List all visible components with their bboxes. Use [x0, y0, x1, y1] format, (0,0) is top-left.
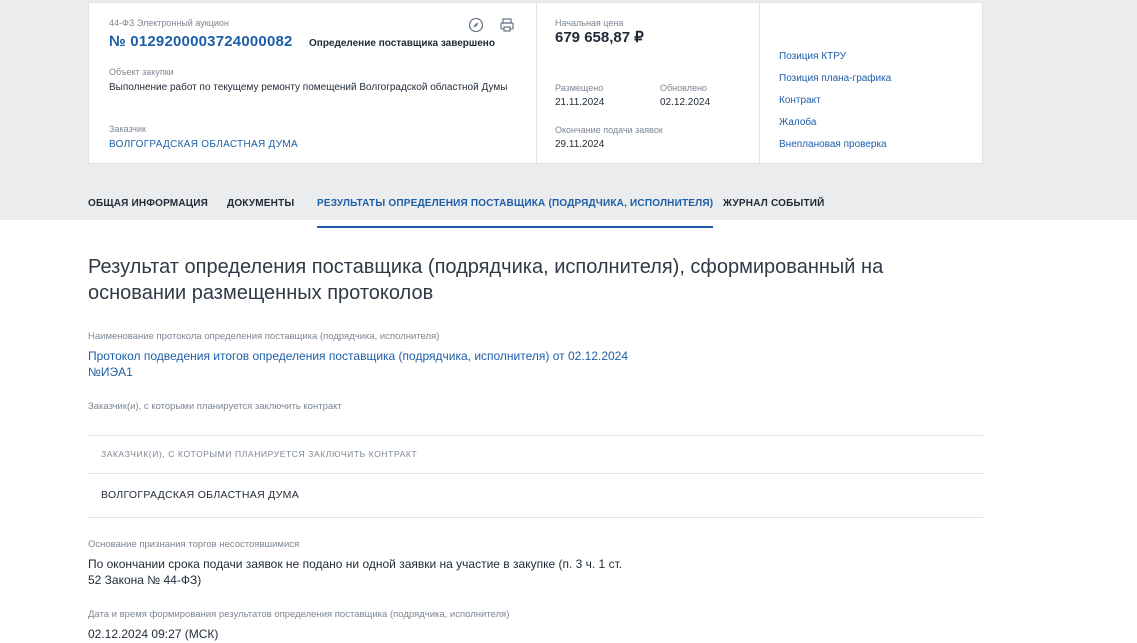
- page-title: Результат определения поставщика (подряд…: [88, 256, 884, 304]
- table-divider: [88, 473, 983, 474]
- table-divider: [88, 517, 983, 518]
- reason-line2: 52 Закона № 44-ФЗ): [88, 573, 202, 587]
- link-ktru-position[interactable]: Позиция КТРУ: [779, 51, 846, 62]
- status-badge: Определение поставщика завершено: [309, 38, 495, 49]
- deadline-value: 29.11.2024: [555, 139, 605, 150]
- link-contract[interactable]: Контракт: [779, 95, 821, 106]
- object-value: Выполнение работ по текущему ремонту пом…: [109, 82, 508, 93]
- table-header: ЗАКАЗЧИК(И), С КОТОРЫМИ ПЛАНИРУЕТСЯ ЗАКЛ…: [101, 449, 418, 459]
- link-complaint[interactable]: Жалоба: [779, 117, 816, 128]
- purchase-number-link[interactable]: № 0129200003724000082: [109, 33, 293, 50]
- table-row: ВОЛГОГРАДСКАЯ ОБЛАСТНАЯ ДУМА: [101, 489, 300, 501]
- tab-general-info[interactable]: ОБЩАЯ ИНФОРМАЦИЯ: [88, 190, 208, 228]
- posted-value: 21.11.2024: [555, 97, 605, 108]
- updated-label: Обновлено: [660, 83, 707, 93]
- table-divider: [88, 435, 983, 436]
- card-divider: [759, 3, 760, 163]
- deadline-label: Окончание подачи заявок: [555, 125, 663, 135]
- reason-line1: По окончании срока подачи заявок не пода…: [88, 557, 623, 571]
- link-unscheduled-inspection[interactable]: Внеплановая проверка: [779, 139, 887, 150]
- tab-event-log[interactable]: ЖУРНАЛ СОБЫТИЙ: [723, 190, 825, 228]
- protocol-label: Наименование протокола определения поста…: [88, 331, 440, 342]
- purchase-card: 44-ФЗ Электронный аукцион № 012920000372…: [88, 2, 983, 164]
- link-plan-schedule-position[interactable]: Позиция плана-графика: [779, 73, 891, 84]
- updated-value: 02.12.2024: [660, 97, 711, 108]
- posted-label: Размещено: [555, 83, 604, 93]
- customers-label: Заказчик(и), с которыми планируется закл…: [88, 401, 342, 412]
- datetime-value: 02.12.2024 09:27 (МСК): [88, 627, 219, 641]
- compass-icon[interactable]: [468, 17, 484, 33]
- customer-link[interactable]: ВОЛГОГРАДСКАЯ ОБЛАСТНАЯ ДУМА: [109, 139, 298, 150]
- object-label: Объект закупки: [109, 67, 174, 77]
- customer-label: Заказчик: [109, 124, 146, 134]
- tab-supplier-results[interactable]: РЕЗУЛЬТАТЫ ОПРЕДЕЛЕНИЯ ПОСТАВЩИКА (ПОДРЯ…: [317, 190, 714, 228]
- protocol-link-line1[interactable]: Протокол подведения итогов определения п…: [88, 348, 688, 364]
- card-divider: [536, 3, 537, 163]
- datetime-label: Дата и время формирования результатов оп…: [88, 609, 510, 620]
- price-label: Начальная цена: [555, 18, 624, 28]
- customers-table: ЗАКАЗЧИК(И), С КОТОРЫМИ ПЛАНИРУЕТСЯ ЗАКЛ…: [88, 435, 983, 518]
- tab-documents[interactable]: ДОКУМЕНТЫ: [227, 190, 294, 228]
- law-type: 44-ФЗ Электронный аукцион: [109, 18, 229, 28]
- reason-label: Основание признания торгов несостоявшими…: [88, 539, 300, 550]
- price-value: 679 658,87 ₽: [555, 29, 644, 46]
- protocol-link-line2[interactable]: №ИЭА1: [88, 364, 688, 380]
- print-icon[interactable]: [499, 17, 515, 33]
